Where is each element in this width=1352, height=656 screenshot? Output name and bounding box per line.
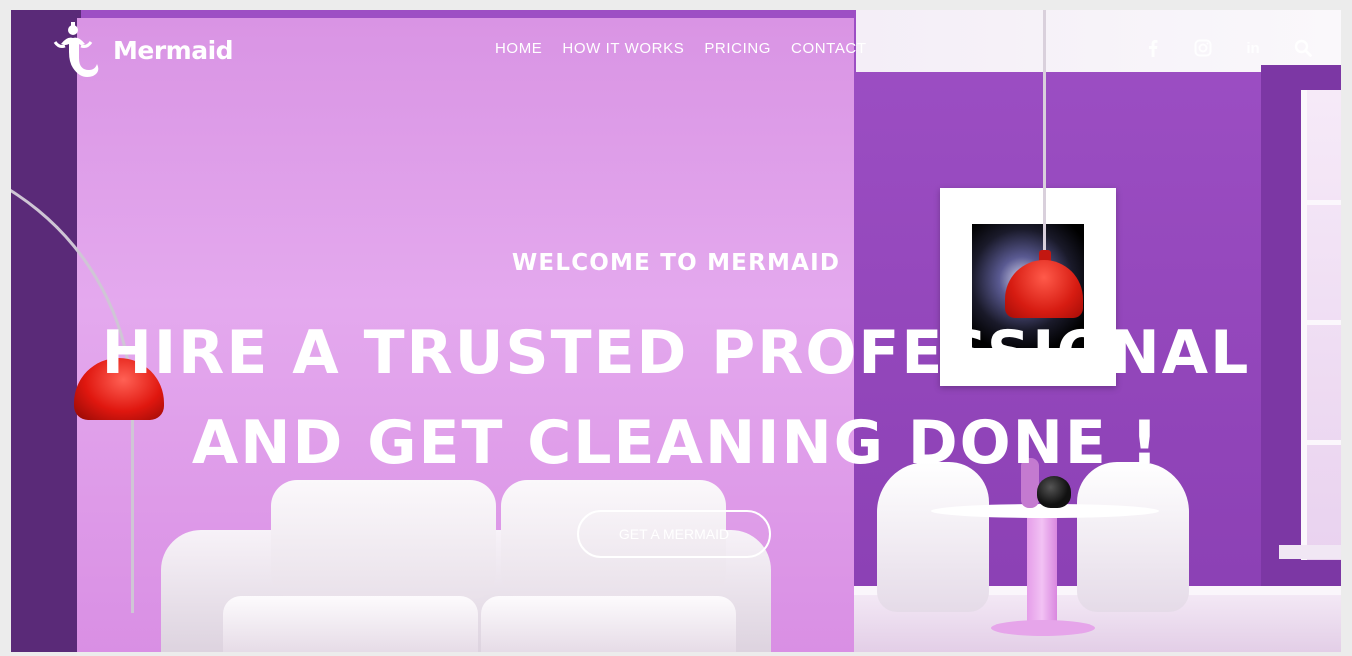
- sofa-seat-cushion-right: [481, 596, 736, 652]
- nav-item-home[interactable]: HOME: [495, 40, 542, 57]
- get-a-mermaid-button[interactable]: GET A MERMAID: [577, 510, 771, 558]
- hero-title: HIRE A TRUSTED PROFESSIONAL AND GET CLEA…: [11, 308, 1341, 488]
- nav-item-pricing[interactable]: PRICING: [704, 40, 771, 57]
- instagram-icon[interactable]: [1193, 38, 1213, 58]
- social-links: in: [1143, 38, 1313, 58]
- nav-item-contact[interactable]: CONTACT: [791, 40, 867, 57]
- nav-item-how-it-works[interactable]: HOW IT WORKS: [562, 40, 684, 57]
- hero-section: Mermaid HOME HOW IT WORKS PRICING CONTAC…: [11, 10, 1341, 652]
- sofa-seat-cushion-left: [223, 596, 478, 652]
- mermaid-logo-icon: [51, 22, 107, 78]
- sofa-back-cushion-left: [271, 480, 496, 600]
- table-foot: [991, 620, 1095, 636]
- background-window-sill: [1279, 545, 1341, 559]
- facebook-icon[interactable]: [1143, 38, 1163, 58]
- hero-subtitle: WELCOME TO MERMAID: [511, 250, 841, 276]
- brand-logo[interactable]: Mermaid: [51, 22, 234, 78]
- linkedin-icon[interactable]: in: [1243, 38, 1263, 58]
- brand-name: Mermaid: [113, 35, 234, 65]
- search-icon[interactable]: [1293, 38, 1313, 58]
- hero-title-line-2: AND GET CLEANING DONE !: [191, 408, 1161, 478]
- table-leg: [1027, 516, 1057, 626]
- site-header: Mermaid HOME HOW IT WORKS PRICING CONTAC…: [11, 10, 1341, 90]
- hero-title-line-1: HIRE A TRUSTED PROFESSIONAL: [101, 318, 1251, 388]
- main-nav: HOME HOW IT WORKS PRICING CONTACT: [495, 40, 867, 57]
